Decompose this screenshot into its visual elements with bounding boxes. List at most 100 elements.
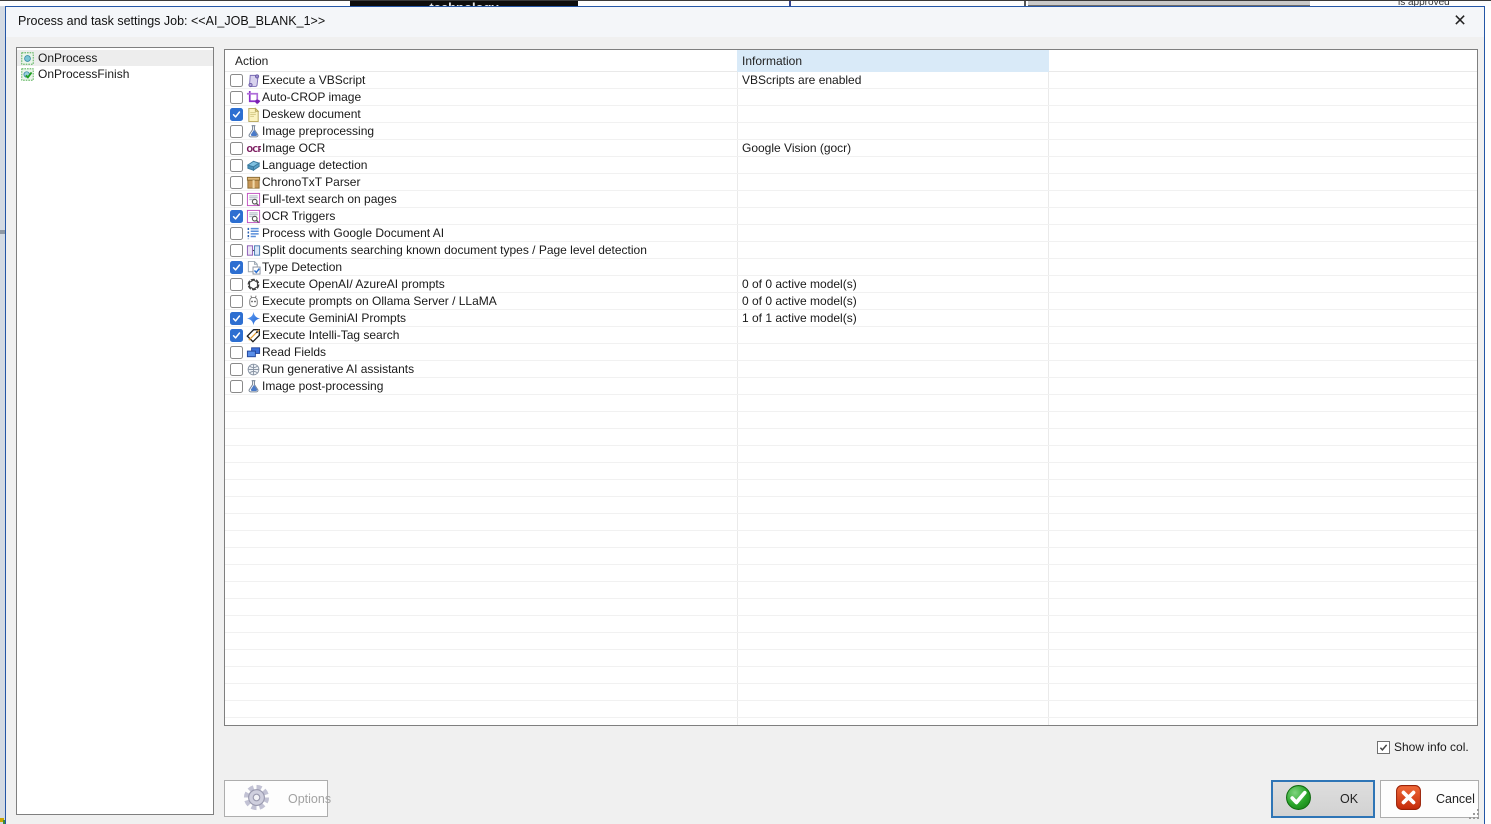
table-row[interactable]: Image preprocessing [225,123,1477,140]
empty-table-row [225,446,1477,463]
ok-button[interactable]: OK [1271,780,1375,818]
row-checkbox[interactable] [230,193,243,206]
action-label: Process with Google Document AI [262,226,444,240]
row-checkbox[interactable] [230,91,243,104]
table-row[interactable]: Execute GeminiAI Prompts1 of 1 active mo… [225,310,1477,327]
cancel-button[interactable]: Cancel [1380,780,1479,818]
action-label: Execute prompts on Ollama Server / LLaMA [262,294,497,308]
action-label: Execute OpenAI/ AzureAI prompts [262,277,445,291]
llama-icon [246,294,261,309]
row-checkbox[interactable] [230,125,243,138]
close-icon[interactable]: × [1446,8,1474,34]
process-settings-dialog: Process and task settings Job: <<AI_JOB_… [5,6,1485,824]
table-row[interactable]: Execute a VBScriptVBScripts are enabled [225,72,1477,89]
on-process-finish-icon [21,68,34,81]
action-label: Image preprocessing [262,124,374,138]
assistant-icon [246,362,261,377]
table-row[interactable]: Execute Intelli-Tag search [225,327,1477,344]
action-label: Auto-CROP image [262,90,361,104]
gear-icon [243,784,270,814]
options-button[interactable]: Options [224,780,328,817]
information-label: 0 of 0 active model(s) [742,293,857,309]
empty-table-row [225,701,1477,718]
row-checkbox[interactable] [230,227,243,240]
empty-table-row [225,463,1477,480]
table-row[interactable]: Type Detection [225,259,1477,276]
row-checkbox[interactable] [230,74,243,87]
empty-table-row [225,582,1477,599]
sidebar-item-onprocess[interactable]: OnProcess [17,50,213,66]
table-row[interactable]: Execute OpenAI/ AzureAI prompts 0 of 0 ac… [225,276,1477,293]
table-row[interactable]: Language detection [225,157,1477,174]
empty-table-row [225,395,1477,412]
action-label: Language detection [262,158,367,172]
ocr-icon: OCR [246,141,261,156]
table-row[interactable]: ChronoTxT Parser [225,174,1477,191]
table-row[interactable]: Run generative AI assistants [225,361,1477,378]
show-info-checkbox[interactable]: Show info col. [1377,739,1469,755]
table-row[interactable]: Process with Google Document AI [225,225,1477,242]
row-checkbox[interactable] [230,346,243,359]
action-label: Read Fields [262,345,326,359]
table-row[interactable]: Auto-CROP image [225,89,1477,106]
action-label: OCR Triggers [262,209,335,223]
dialog-title: Process and task settings Job: <<AI_JOB_… [18,14,325,28]
search-text-icon [246,209,261,224]
flask-icon [246,379,261,394]
event-list[interactable]: OnProcessOnProcessFinish [16,47,214,815]
ok-check-icon [1285,784,1312,814]
table-row[interactable]: Execute prompts on Ollama Server / LLaMA… [225,293,1477,310]
row-checkbox[interactable] [230,108,243,121]
row-checkbox[interactable] [230,278,243,291]
action-label: Run generative AI assistants [262,362,414,376]
show-info-checkbox-box[interactable] [1377,741,1390,754]
ok-button-label: OK [1340,792,1358,806]
action-label: Full-text search on pages [262,192,397,206]
row-checkbox[interactable] [230,261,243,274]
resize-grip[interactable] [1477,817,1479,819]
column-header-information[interactable]: Information [737,50,1049,72]
empty-table-row [225,650,1477,667]
information-label: Google Vision (gocr) [742,140,851,156]
table-row[interactable]: OCR Triggers [225,208,1477,225]
package-icon [246,175,261,190]
cancel-x-icon [1395,784,1422,814]
dialog-titlebar[interactable]: Process and task settings Job: <<AI_JOB_… [6,7,1484,37]
action-label: Execute GeminiAI Prompts [262,311,406,325]
sidebar-item-onprocessfinish[interactable]: OnProcessFinish [17,66,213,82]
empty-table-row [225,497,1477,514]
action-label: Image post-processing [262,379,383,393]
empty-table-row [225,412,1477,429]
row-checkbox[interactable] [230,363,243,376]
table-row[interactable]: Image post-processing [225,378,1477,395]
column-header-action[interactable]: Action [235,50,268,72]
on-process-icon [21,52,34,65]
row-checkbox[interactable] [230,380,243,393]
table-row[interactable]: Split documents searching known document… [225,242,1477,259]
row-checkbox[interactable] [230,176,243,189]
row-checkbox[interactable] [230,312,243,325]
table-row[interactable]: OCRImage OCRGoogle Vision (gocr) [225,140,1477,157]
row-checkbox[interactable] [230,329,243,342]
row-checkbox[interactable] [230,295,243,308]
table-row[interactable]: Deskew document [225,106,1477,123]
empty-table-row [225,480,1477,497]
cancel-button-label: Cancel [1436,792,1475,806]
screen: technology is approved Process and task … [0,0,1491,824]
table-body: Execute a VBScriptVBScripts are enabledA… [225,72,1477,725]
empty-table-row [225,565,1477,582]
empty-table-row [225,429,1477,446]
row-checkbox[interactable] [230,244,243,257]
table-row[interactable]: Full-text search on pages [225,191,1477,208]
book-icon [246,158,261,173]
information-label: 0 of 0 active model(s) [742,276,857,292]
empty-table-row [225,548,1477,565]
empty-table-row [225,667,1477,684]
row-checkbox[interactable] [230,142,243,155]
actions-table: Action Information Execute a VBScriptVBS… [224,49,1478,726]
svg-text:OCR: OCR [246,144,261,153]
row-checkbox[interactable] [230,210,243,223]
table-row[interactable]: Read Fields [225,344,1477,361]
row-checkbox[interactable] [230,159,243,172]
split-doc-icon [246,243,261,258]
